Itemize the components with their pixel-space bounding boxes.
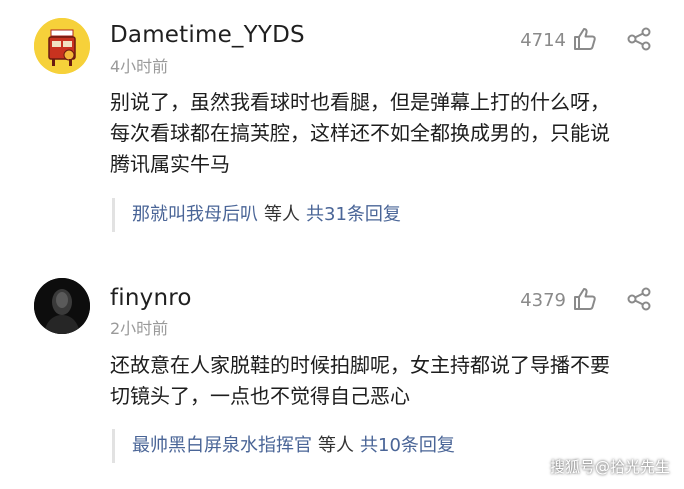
comment-line: 别说了，虽然我看球时也看腿，但是弹幕上打的什么呀，: [110, 90, 610, 114]
comment-line: 还故意在人家脱鞋的时候拍脚呢，女主持都说了导播不要: [110, 353, 610, 377]
reply-count-link[interactable]: 共31条回复: [306, 204, 401, 225]
reply-author-link[interactable]: 那就叫我母后叭: [132, 204, 258, 225]
comment-item: finynro 2小时前 4379 还故意在人家脱鞋的时候拍脚呢，女主持都说了导…: [0, 258, 684, 489]
username[interactable]: finynro: [110, 285, 192, 311]
comment-text: 还故意在人家脱鞋的时候拍脚呢，女主持都说了导播不要 切镜头了，一点也不觉得自己恶…: [110, 350, 670, 412]
username[interactable]: Dametime_YYDS: [110, 22, 305, 48]
thumbs-up-icon[interactable]: [572, 286, 598, 312]
user-avatar[interactable]: [34, 278, 90, 334]
dark-figure-avatar-icon: [34, 278, 90, 334]
comment-item: Dametime_YYDS 4小时前 4714 别说了，虽然我看球时也看腿，但是…: [0, 0, 684, 258]
timestamp: 2小时前: [110, 319, 169, 338]
reply-author-link[interactable]: 最帅黑白屏泉水指挥官: [132, 435, 312, 456]
cartoon-box-avatar-icon: [34, 18, 90, 74]
comment-line: 腾讯属实牛马: [110, 152, 230, 176]
like-count: 4714: [520, 30, 566, 51]
user-avatar[interactable]: [34, 18, 90, 74]
comment-line: 切镜头了，一点也不觉得自己恶心: [110, 384, 410, 408]
reply-summary[interactable]: 那就叫我母后叭 等人 共31条回复: [112, 198, 401, 232]
share-icon[interactable]: [626, 286, 652, 312]
timestamp: 4小时前: [110, 57, 169, 76]
reply-summary[interactable]: 最帅黑白屏泉水指挥官 等人 共10条回复: [112, 429, 455, 463]
comment-line: 每次看球都在搞芵腔，这样还不如全都换成男的，只能说: [110, 121, 610, 145]
reply-others-label: 等人: [318, 435, 354, 456]
reply-count-link[interactable]: 共10条回复: [360, 435, 455, 456]
watermark: 搜狐号@拾光先生: [549, 458, 670, 476]
thumbs-up-icon[interactable]: [572, 26, 598, 52]
comment-text: 别说了，虽然我看球时也看腿，但是弹幕上打的什么呀， 每次看球都在搞芵腔，这样还不…: [110, 87, 670, 180]
share-icon[interactable]: [626, 26, 652, 52]
reply-others-label: 等人: [264, 204, 300, 225]
like-count: 4379: [520, 290, 566, 311]
